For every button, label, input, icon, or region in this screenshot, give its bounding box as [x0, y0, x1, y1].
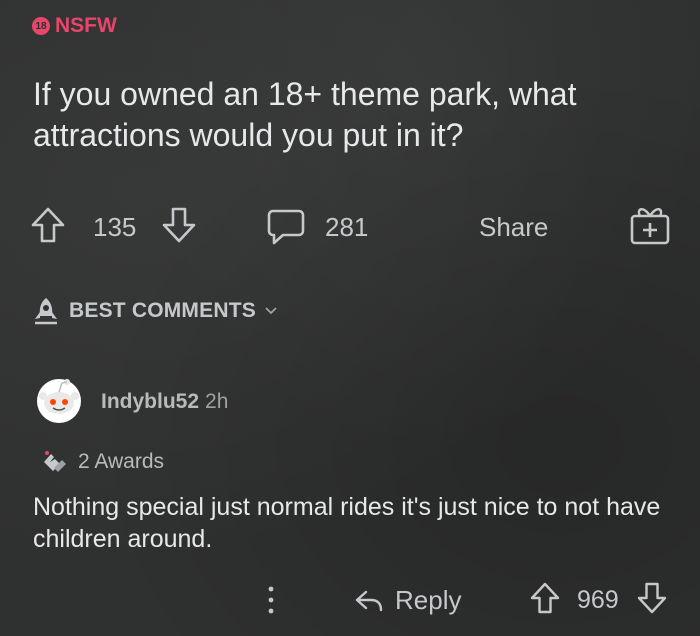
comment-sort-dropdown[interactable]: BEST COMMENTS — [31, 296, 278, 326]
nsfw-label: NSFW — [55, 14, 117, 37]
nsfw-tag: 18 NSFW — [32, 14, 117, 38]
awards-label: 2 Awards — [78, 450, 164, 473]
nsfw-18-icon: 18 — [32, 17, 50, 35]
more-options-button[interactable] — [264, 583, 278, 617]
chevron-down-icon — [264, 306, 278, 316]
gift-award-icon[interactable] — [628, 204, 672, 246]
username[interactable]: Indyblu52 — [101, 390, 199, 413]
post-title[interactable]: If you owned an 18+ theme park, what att… — [33, 74, 673, 156]
award-hands-icon — [40, 448, 70, 476]
comment-score: 969 — [577, 586, 619, 614]
upvote-icon[interactable] — [30, 206, 66, 244]
comment-time: 2h — [205, 390, 229, 413]
avatar[interactable] — [34, 374, 84, 424]
reply-button[interactable]: Reply — [353, 585, 461, 616]
comment-author[interactable]: Indyblu52 2h — [101, 390, 228, 414]
comment-upvote-icon[interactable] — [529, 581, 561, 615]
downvote-icon[interactable] — [161, 206, 197, 244]
reply-label: Reply — [395, 585, 462, 615]
rocket-icon — [31, 296, 61, 326]
comment-body: Nothing special just normal rides it's j… — [33, 493, 661, 553]
awards[interactable]: 2 Awards — [40, 448, 164, 476]
sort-label: BEST COMMENTS — [69, 299, 256, 322]
comment-count[interactable]: 281 — [325, 212, 368, 243]
post-score: 135 — [93, 212, 137, 242]
comment-downvote-icon[interactable] — [636, 581, 668, 615]
reply-arrow-icon — [353, 588, 385, 614]
share-button[interactable]: Share — [479, 212, 548, 243]
comment-icon[interactable] — [266, 208, 306, 246]
